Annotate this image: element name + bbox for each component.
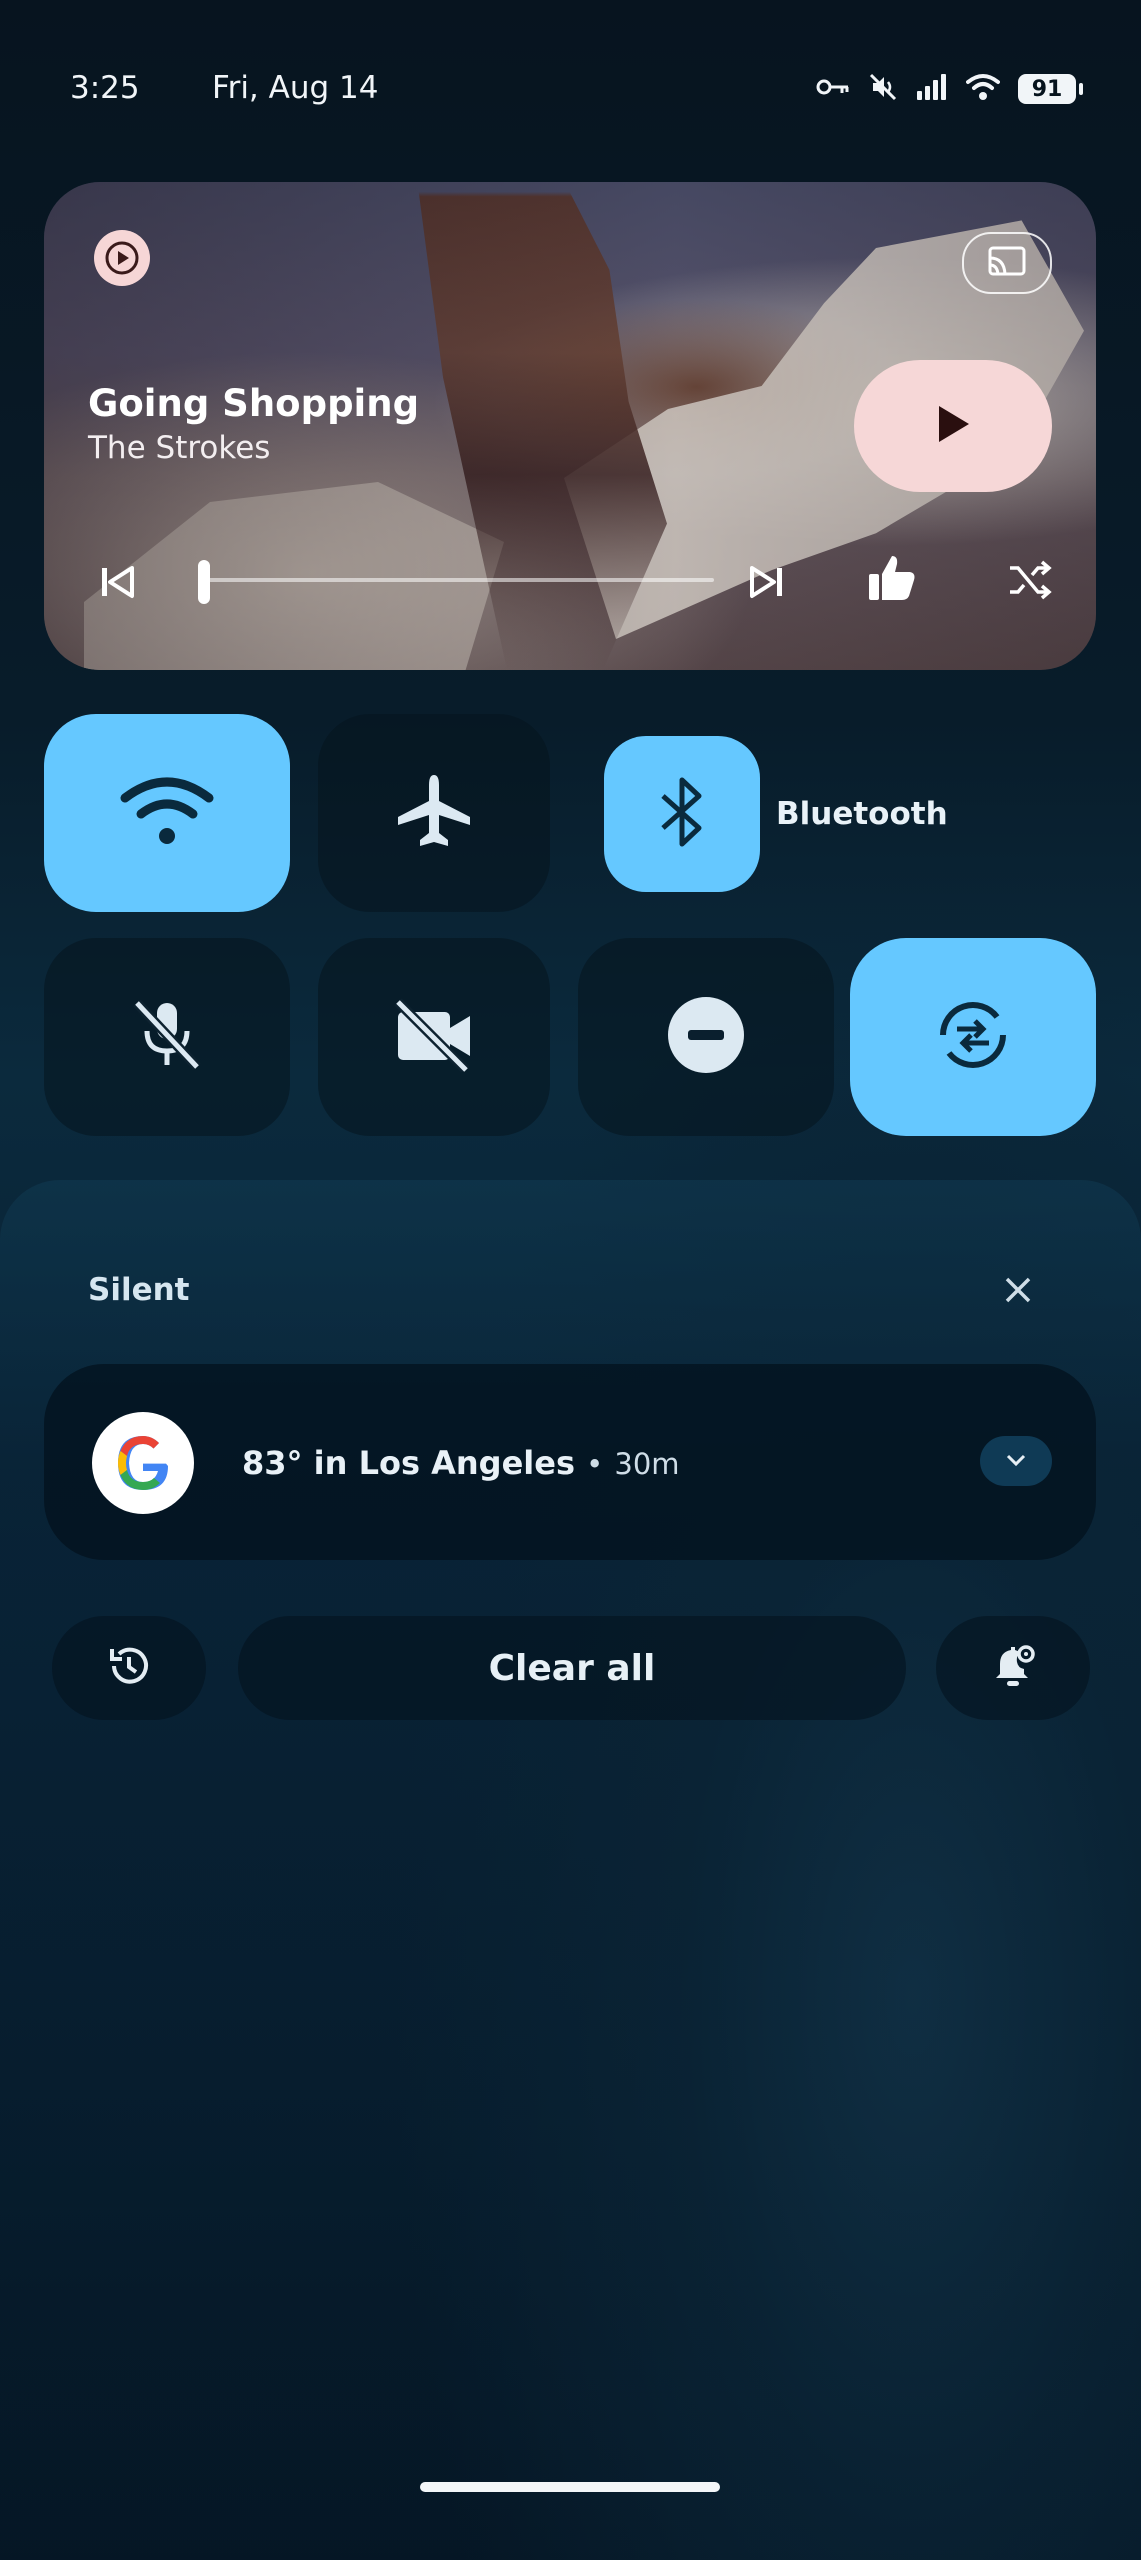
microphone-tile[interactable] (44, 938, 290, 1136)
vpn-key-icon (816, 76, 850, 102)
cast-icon (987, 245, 1027, 281)
bluetooth-label[interactable]: Bluetooth (776, 796, 948, 832)
media-player-card[interactable]: Going Shopping The Strokes (44, 182, 1096, 670)
status-icons: 91 (816, 72, 1083, 106)
airplane-mode-tile[interactable] (318, 714, 550, 912)
cast-button[interactable] (962, 232, 1052, 294)
google-g-icon (92, 1412, 194, 1514)
play-button[interactable] (854, 360, 1052, 492)
chevron-down-icon (1005, 1452, 1027, 1471)
notification-history-button[interactable] (52, 1616, 206, 1720)
next-icon (746, 562, 786, 606)
wifi-icon (966, 73, 1000, 105)
notification-settings-icon (990, 1642, 1036, 1694)
notification-separator: • (586, 1447, 604, 1481)
wifi-icon (119, 776, 215, 850)
notification-settings-button[interactable] (936, 1616, 1090, 1720)
previous-icon (98, 562, 138, 606)
clear-all-button[interactable]: Clear all (238, 1616, 906, 1720)
battery-indicator: 91 (1018, 74, 1083, 104)
silent-section-label: Silent (88, 1272, 190, 1308)
media-artist: The Strokes (88, 430, 271, 466)
seek-thumb[interactable] (198, 560, 210, 604)
thumbs-up-icon (866, 552, 918, 608)
do-not-disturb-tile[interactable] (578, 938, 834, 1136)
previous-button[interactable] (88, 554, 148, 614)
mute-icon (868, 72, 898, 106)
camera-off-icon (392, 998, 476, 1076)
thumbs-up-button[interactable] (862, 550, 922, 610)
bluetooth-icon (657, 774, 707, 854)
shuffle-button[interactable] (1000, 552, 1060, 612)
dismiss-silent-button[interactable] (994, 1268, 1042, 1316)
next-button[interactable] (736, 554, 796, 614)
airplane-icon (394, 771, 474, 855)
play-circle-icon[interactable] (94, 230, 150, 286)
home-indicator[interactable] (420, 2482, 720, 2492)
close-icon (1003, 1275, 1033, 1309)
signal-icon (916, 73, 948, 105)
mic-off-icon (127, 995, 207, 1079)
play-icon (933, 402, 973, 450)
history-icon (106, 1643, 152, 1693)
notification-time: 30m (614, 1447, 680, 1481)
bluetooth-tile[interactable] (604, 736, 760, 892)
media-title: Going Shopping (88, 382, 420, 425)
wifi-tile[interactable] (44, 714, 290, 912)
expand-notification-button[interactable] (980, 1436, 1052, 1486)
data-saver-tile[interactable] (850, 938, 1096, 1136)
camera-tile[interactable] (318, 938, 550, 1136)
status-date: Fri, Aug 14 (212, 70, 379, 106)
battery-level: 91 (1031, 76, 1063, 102)
status-time: 3:25 (70, 70, 140, 106)
notification-title: 83° in Los Angeles (242, 1444, 575, 1482)
dnd-icon (666, 995, 746, 1079)
seek-bar[interactable] (204, 578, 714, 582)
notification-text: 83° in Los Angeles • 30m (242, 1444, 680, 1482)
shuffle-icon (1008, 560, 1052, 604)
sync-icon (931, 993, 1015, 1081)
